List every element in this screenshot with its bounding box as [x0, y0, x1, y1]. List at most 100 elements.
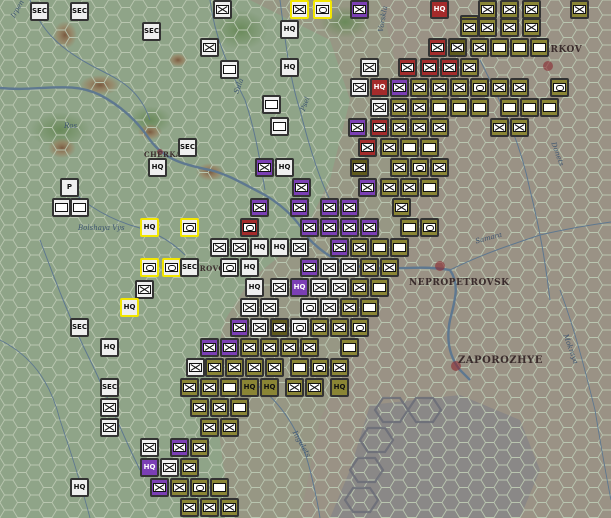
axis-unit-counter[interactable] — [260, 298, 279, 317]
axis-unit-counter[interactable]: HQ — [275, 158, 294, 177]
axis-unit-counter[interactable] — [320, 298, 339, 317]
axis-unit-counter[interactable]: HQ — [270, 238, 289, 257]
soviet-unit-counter[interactable] — [410, 118, 429, 137]
soviet-unit-counter[interactable] — [390, 98, 409, 117]
axis-unit-counter[interactable] — [135, 280, 154, 299]
axis-unit-counter[interactable] — [100, 398, 119, 417]
soviet-unit-counter[interactable] — [392, 198, 411, 217]
soviet-unit-counter[interactable] — [200, 378, 219, 397]
soviet-unit-counter[interactable] — [448, 38, 467, 57]
purple-unit-counter[interactable]: HQ — [290, 278, 309, 297]
soviet-unit-counter[interactable] — [225, 358, 244, 377]
soviet-unit-counter[interactable] — [305, 378, 324, 397]
purple-unit-counter[interactable] — [348, 118, 367, 137]
soviet-unit-counter[interactable] — [210, 478, 229, 497]
selected-unit-counter[interactable] — [140, 258, 159, 277]
soviet-unit-counter[interactable] — [490, 38, 509, 57]
axis-unit-counter[interactable] — [320, 258, 339, 277]
axis-unit-counter[interactable] — [350, 78, 369, 97]
purple-unit-counter[interactable] — [340, 218, 359, 237]
soviet-unit-counter[interactable] — [410, 158, 429, 177]
soviet-unit-counter[interactable] — [210, 398, 229, 417]
soviet-unit-counter[interactable] — [450, 78, 469, 97]
purple-unit-counter[interactable] — [300, 258, 319, 277]
soviet-unit-counter[interactable] — [350, 278, 369, 297]
soviet-unit-counter[interactable] — [420, 218, 439, 237]
purple-unit-counter[interactable] — [230, 318, 249, 337]
red-unit-counter[interactable]: HQ — [370, 78, 389, 97]
soviet-unit-counter[interactable] — [380, 178, 399, 197]
soviet-unit-counter[interactable] — [400, 138, 419, 157]
soviet-unit-counter[interactable] — [500, 98, 519, 117]
soviet-unit-counter[interactable] — [410, 78, 429, 97]
purple-unit-counter[interactable] — [300, 218, 319, 237]
soviet-unit-counter[interactable] — [550, 78, 569, 97]
soviet-unit-counter[interactable] — [522, 0, 541, 19]
axis-unit-counter[interactable]: HQ — [250, 238, 269, 257]
axis-unit-counter[interactable] — [186, 358, 205, 377]
soviet-unit-counter[interactable] — [340, 298, 359, 317]
soviet-unit-counter[interactable] — [410, 98, 429, 117]
soviet-unit-counter[interactable] — [190, 398, 209, 417]
axis-unit-counter[interactable] — [290, 238, 309, 257]
soviet-unit-counter[interactable] — [470, 38, 489, 57]
axis-unit-counter[interactable] — [270, 117, 289, 136]
purple-unit-counter[interactable] — [290, 198, 309, 217]
purple-unit-counter[interactable] — [390, 78, 409, 97]
axis-unit-counter[interactable] — [240, 298, 259, 317]
soviet-unit-counter[interactable] — [500, 0, 519, 19]
axis-unit-counter[interactable]: P — [60, 178, 79, 197]
purple-unit-counter[interactable] — [220, 338, 239, 357]
red-unit-counter[interactable] — [240, 218, 259, 237]
axis-unit-counter[interactable]: SEC — [180, 258, 199, 277]
soviet-unit-counter[interactable] — [570, 0, 589, 19]
axis-unit-counter[interactable] — [100, 418, 119, 437]
soviet-unit-counter[interactable] — [330, 358, 349, 377]
soviet-unit-counter[interactable] — [220, 418, 239, 437]
purple-unit-counter[interactable] — [320, 198, 339, 217]
purple-unit-counter[interactable] — [358, 178, 377, 197]
axis-unit-counter[interactable] — [140, 438, 159, 457]
axis-unit-counter[interactable] — [370, 98, 389, 117]
axis-unit-counter[interactable] — [340, 258, 359, 277]
purple-unit-counter[interactable] — [320, 218, 339, 237]
soviet-unit-counter[interactable] — [490, 78, 509, 97]
soviet-unit-counter[interactable] — [180, 498, 199, 517]
soviet-unit-counter[interactable] — [280, 338, 299, 357]
soviet-unit-counter[interactable] — [245, 358, 264, 377]
soviet-unit-counter[interactable] — [205, 358, 224, 377]
soviet-unit-counter[interactable] — [180, 378, 199, 397]
purple-unit-counter[interactable] — [200, 338, 219, 357]
axis-unit-counter[interactable] — [210, 238, 229, 257]
axis-unit-counter[interactable] — [70, 198, 89, 217]
axis-unit-counter[interactable] — [52, 198, 71, 217]
soviet-unit-counter[interactable] — [478, 18, 497, 37]
axis-unit-counter[interactable] — [330, 278, 349, 297]
soviet-unit-counter[interactable] — [230, 398, 249, 417]
soviet-unit-counter[interactable] — [460, 18, 479, 37]
soviet-unit-counter[interactable] — [260, 338, 279, 357]
soviet-unit-counter[interactable] — [350, 238, 369, 257]
selected-unit-counter[interactable] — [162, 258, 181, 277]
purple-unit-counter[interactable] — [330, 238, 349, 257]
strategic-map[interactable]: Ros Bolshaya Vys Samara Sula Psel Vorskl… — [0, 0, 611, 518]
soviet-unit-counter[interactable] — [540, 98, 559, 117]
soviet-unit-counter[interactable] — [310, 318, 329, 337]
red-unit-counter[interactable] — [398, 58, 417, 77]
soviet-unit-counter[interactable] — [190, 438, 209, 457]
axis-unit-counter[interactable] — [200, 38, 219, 57]
axis-unit-counter[interactable] — [213, 0, 232, 19]
soviet-unit-counter[interactable] — [390, 158, 409, 177]
soviet-unit-counter[interactable] — [270, 318, 289, 337]
axis-unit-counter[interactable] — [360, 58, 379, 77]
soviet-unit-counter[interactable] — [450, 98, 469, 117]
red-unit-counter[interactable] — [440, 58, 459, 77]
purple-unit-counter[interactable] — [150, 478, 169, 497]
axis-unit-counter[interactable]: SEC — [70, 318, 89, 337]
red-unit-counter[interactable] — [420, 58, 439, 77]
red-unit-counter[interactable] — [358, 138, 377, 157]
axis-unit-counter[interactable]: SEC — [100, 378, 119, 397]
soviet-unit-counter[interactable] — [350, 158, 369, 177]
soviet-unit-counter[interactable] — [170, 478, 189, 497]
axis-unit-counter[interactable]: HQ — [245, 278, 264, 297]
